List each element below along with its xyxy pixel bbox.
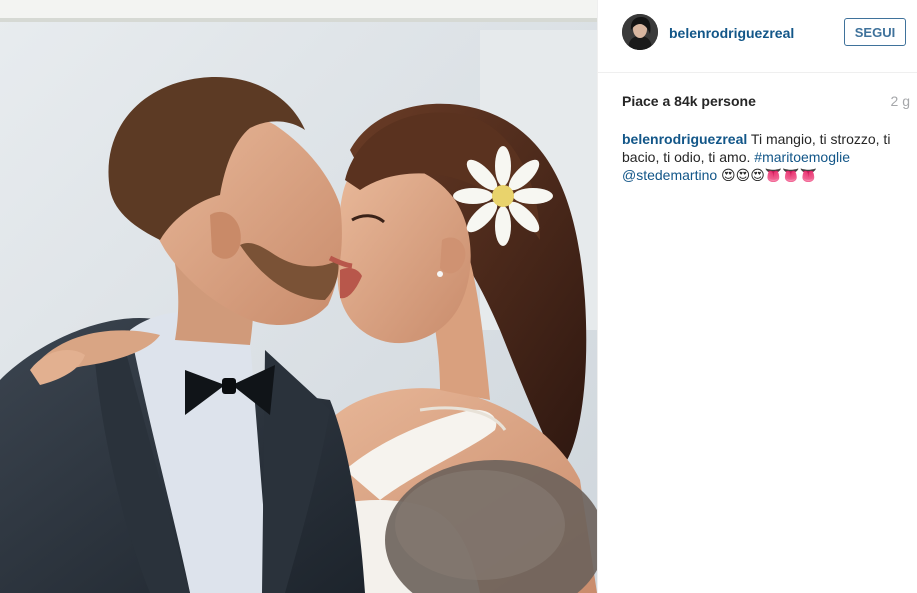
post-sidebar: belenrodriguezreal SEGUI Piace a 84k per…	[597, 0, 917, 593]
wedding-couple-photo	[0, 0, 597, 593]
post-header: belenrodriguezreal SEGUI	[598, 0, 917, 73]
post-caption: belenrodriguezreal Ti mangio, ti strozzo…	[622, 130, 894, 184]
caption-username[interactable]: belenrodriguezreal	[622, 131, 747, 147]
post-photo[interactable]	[0, 0, 597, 593]
likes-row: Piace a 84k persone 2 g	[622, 93, 910, 111]
avatar[interactable]	[622, 14, 658, 50]
follow-button[interactable]: SEGUI	[844, 18, 906, 46]
caption-emoji: 😍😍😍👅👅👅	[721, 167, 818, 183]
likes-count[interactable]: Piace a 84k persone	[622, 93, 756, 109]
instagram-post: belenrodriguezreal SEGUI Piace a 84k per…	[0, 0, 917, 593]
profile-username[interactable]: belenrodriguezreal	[669, 25, 794, 41]
post-timestamp[interactable]: 2 g	[891, 93, 910, 109]
avatar-image	[622, 14, 658, 50]
caption-hashtag-link[interactable]: #maritoemoglie	[754, 149, 850, 165]
caption-mention-link[interactable]: @stedemartino	[622, 167, 717, 183]
